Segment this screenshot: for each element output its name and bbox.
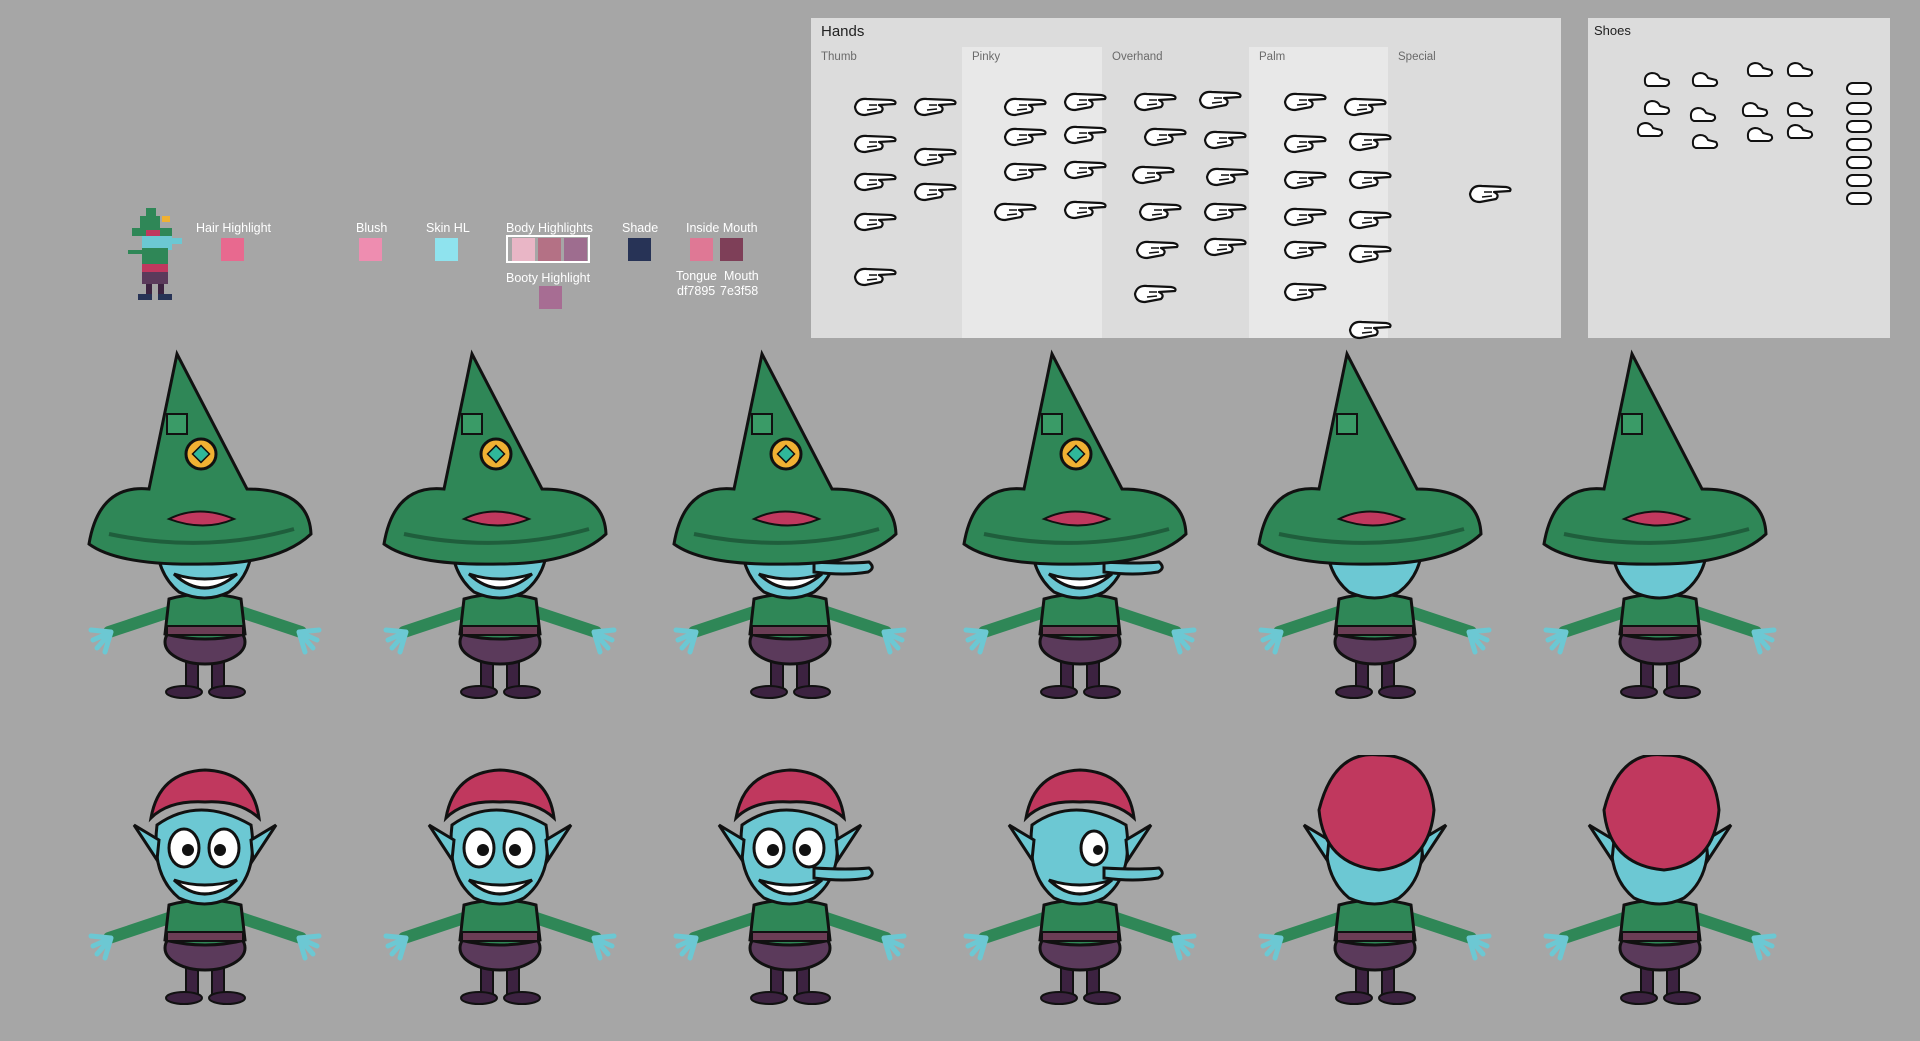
character-half-side-hair xyxy=(673,768,907,1005)
character-back-three-quarter-hair xyxy=(1258,755,1492,1005)
character-half-side-hat xyxy=(672,349,907,699)
character-side-hat xyxy=(962,349,1197,699)
character-back-hat xyxy=(1542,349,1777,699)
character-three-quarter-hat xyxy=(382,349,617,699)
character-side-hair xyxy=(963,768,1197,1005)
character-front-hair xyxy=(88,768,322,1005)
character-back-three-quarter-hat xyxy=(1257,349,1492,699)
character-front-hat xyxy=(87,349,322,699)
character-turnaround xyxy=(0,0,1920,1041)
character-back-hair xyxy=(1543,755,1777,1005)
character-three-quarter-hair xyxy=(383,768,617,1005)
